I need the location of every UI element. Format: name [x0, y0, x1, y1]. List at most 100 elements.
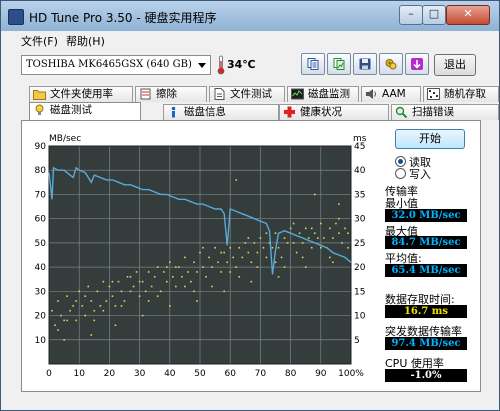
- access-time-point: [329, 227, 331, 230]
- copy-text-button[interactable]: [301, 53, 325, 75]
- x-tick-label: 80: [285, 369, 297, 379]
- access-time-point: [262, 246, 265, 249]
- tab-error-scan-label: 扫描错误: [412, 106, 454, 118]
- access-time-point: [169, 261, 171, 264]
- access-time-point: [120, 305, 123, 307]
- access-time-point: [292, 222, 295, 225]
- burst-rate-value: 97.4 MB/sec: [385, 337, 467, 350]
- save-icon: [359, 58, 371, 70]
- results-panel: 开始 读取 写入 传输率 最小值 32.0 MB/sec 最大值 84.7 MB…: [383, 125, 479, 395]
- random-access-icon: [427, 88, 440, 100]
- tab-file-benchmark[interactable]: 文件测试: [209, 86, 285, 102]
- y-left-tick-label: 20: [35, 312, 47, 322]
- access-time-point: [332, 237, 334, 239]
- cpu-usage-value: -1.0%: [385, 369, 467, 382]
- access-time-point: [338, 232, 340, 234]
- start-button[interactable]: 开始: [395, 129, 465, 149]
- access-time-point: [175, 285, 177, 288]
- access-time-point: [96, 290, 99, 293]
- access-time-point: [193, 261, 195, 264]
- access-time-point: [126, 276, 129, 278]
- avg-value: 65.4 MB/sec: [385, 264, 467, 277]
- access-time-point: [129, 290, 132, 293]
- access-time-point: [120, 290, 123, 293]
- y-left-tick-label: 10: [35, 336, 47, 346]
- access-time-point: [265, 256, 268, 259]
- tab-health[interactable]: 健康状况: [279, 104, 389, 120]
- access-time-point: [274, 261, 277, 264]
- close-button[interactable]: ✕: [446, 5, 490, 25]
- x-tick-label: 0: [46, 369, 52, 379]
- access-time-point: [114, 305, 117, 307]
- access-time-point: [138, 295, 141, 297]
- copy-screenshot-button[interactable]: [327, 53, 351, 75]
- access-time-point: [247, 251, 250, 254]
- tab-aam-label: AAM: [382, 88, 406, 100]
- save-button[interactable]: [353, 53, 377, 75]
- exit-button[interactable]: 退出: [434, 54, 476, 76]
- tab-benchmark[interactable]: 磁盘测试: [29, 102, 141, 120]
- min-value: 32.0 MB/sec: [385, 209, 467, 222]
- access-time-point: [277, 246, 280, 249]
- tab-error-scan[interactable]: 扫描错误: [391, 104, 499, 120]
- x-tick-label: 70: [255, 369, 267, 379]
- access-time-point: [277, 276, 280, 278]
- access-time-point: [117, 280, 120, 283]
- tab-folder-usage[interactable]: 文件夹使用率: [29, 86, 133, 102]
- access-time-point: [184, 256, 186, 259]
- minimize-button[interactable]: –: [399, 5, 423, 25]
- access-time-point: [298, 232, 301, 234]
- access-time-point: [214, 246, 216, 249]
- access-time-point: [196, 300, 198, 302]
- y-right-tick-label: 25: [354, 239, 365, 249]
- download-button[interactable]: [405, 53, 429, 75]
- y-left-tick-label: 60: [35, 215, 47, 225]
- access-time-point: [238, 276, 241, 278]
- tab-disk-monitor[interactable]: 磁盘监测: [287, 86, 359, 102]
- access-time-point: [81, 305, 84, 307]
- menu-help[interactable]: 帮助(H): [66, 33, 105, 49]
- benchmark-chart: MB/sec ms90807060504030201045403530252015…: [35, 134, 367, 379]
- access-time-point: [313, 232, 316, 234]
- access-time-point: [265, 232, 268, 234]
- access-time-point: [90, 300, 93, 302]
- access-time-point: [323, 237, 325, 239]
- access-time-point: [84, 314, 87, 317]
- maximize-icon: □: [428, 7, 440, 20]
- access-time-point: [335, 222, 337, 225]
- options-button[interactable]: [379, 53, 403, 75]
- y-right-tick-label: 5: [354, 336, 360, 346]
- title-bar[interactable]: HD Tune Pro 3.50 - 硬盘实用程序 – □ ✕: [1, 1, 499, 31]
- write-radio[interactable]: 写入: [395, 166, 431, 182]
- tab-info[interactable]: 磁盘信息: [163, 104, 279, 120]
- maximize-button[interactable]: □: [422, 5, 446, 25]
- tab-health-label: 健康状况: [300, 106, 342, 118]
- thermometer-icon: [217, 55, 225, 75]
- access-time-point: [87, 285, 90, 288]
- tab-aam[interactable]: AAM: [361, 86, 421, 102]
- access-time-point: [78, 290, 80, 293]
- menu-file[interactable]: 文件(F): [21, 33, 58, 49]
- access-time-point: [108, 285, 111, 288]
- y-right-tick-label: 40: [354, 166, 366, 176]
- file-icon: [214, 88, 225, 100]
- access-time-point: [211, 266, 213, 268]
- app-icon: [8, 9, 24, 25]
- drive-select[interactable]: TOSHIBA MK6465GSX (640 GB): [21, 55, 211, 75]
- access-time-point: [283, 237, 286, 239]
- access-time-point: [329, 256, 331, 259]
- access-time-point: [63, 319, 65, 322]
- tab-erase[interactable]: 擦除: [135, 86, 207, 102]
- access-time-point: [141, 314, 144, 317]
- access-time-point: [250, 261, 253, 264]
- access-time-point: [202, 246, 204, 249]
- access-time-point: [51, 309, 53, 312]
- tab-random-access-label: 随机存取: [444, 88, 486, 100]
- download-icon: [411, 58, 423, 70]
- tab-random-access[interactable]: 随机存取: [423, 86, 499, 102]
- access-time-point: [69, 309, 71, 312]
- y-left-tick-label: 70: [35, 190, 47, 200]
- access-time-value: 16.7 ms: [385, 305, 467, 318]
- write-radio-dot: [395, 168, 406, 179]
- access-time-point: [256, 266, 259, 268]
